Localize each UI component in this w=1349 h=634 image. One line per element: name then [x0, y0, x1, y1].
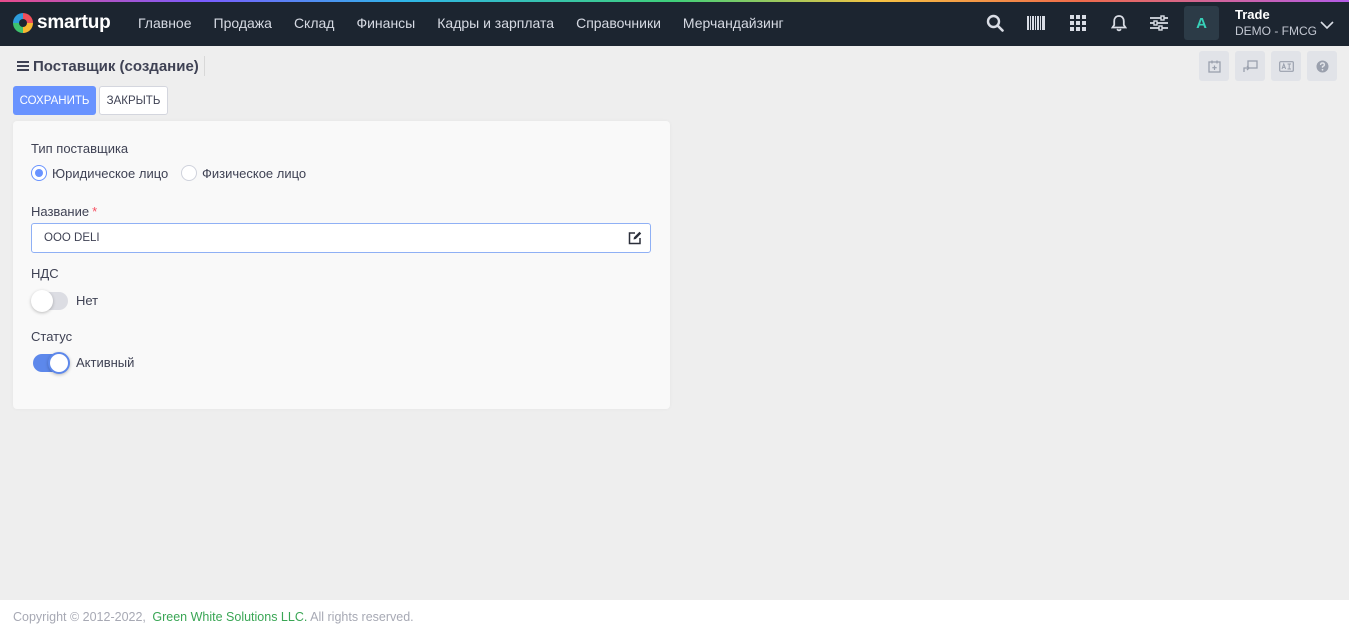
status-toggle[interactable]: [33, 352, 70, 374]
radio-individual[interactable]: Физическое лицо: [181, 165, 306, 181]
menu-item-hr-payroll[interactable]: Кадры и зарплата: [426, 15, 565, 31]
supplier-type-label: Тип поставщика: [31, 141, 129, 156]
logo-text: smartup: [37, 12, 111, 33]
radio-legal-entity-label: Юридическое лицо: [52, 165, 169, 181]
required-mark: *: [92, 204, 98, 219]
close-button[interactable]: ЗАКРЫТЬ: [99, 86, 168, 115]
search-icon[interactable]: [985, 13, 1005, 33]
page-header: Поставщик (создание): [17, 55, 199, 77]
avatar-letter: A: [1196, 14, 1207, 32]
menu-item-warehouse[interactable]: Склад: [283, 15, 346, 31]
help-icon: [1316, 60, 1328, 72]
footer-text: Copyright © 2012-2022, Green White Solut…: [13, 610, 414, 624]
calendar-button[interactable]: [1199, 51, 1229, 81]
avatar[interactable]: A: [1184, 6, 1219, 40]
main-menu: Главное Продажа Склад Финансы Кадры и за…: [127, 0, 795, 46]
menu-item-sales[interactable]: Продажа: [203, 15, 283, 31]
toggle-knob: [31, 290, 53, 312]
smartup-logo-icon: [13, 13, 33, 33]
vat-state-label: Нет: [76, 293, 99, 308]
bell-icon[interactable]: [1109, 13, 1129, 33]
translate-button[interactable]: [1271, 51, 1301, 81]
user-name: Trade: [1235, 7, 1270, 22]
menu-item-merchandising[interactable]: Мерчандайзинг: [672, 15, 795, 31]
radio-checked-icon: [31, 165, 47, 181]
menu-item-finance[interactable]: Финансы: [345, 15, 426, 31]
barcode-icon[interactable]: [1026, 13, 1046, 33]
name-input[interactable]: OOO DELI: [31, 223, 651, 253]
apps-grid-icon[interactable]: [1068, 13, 1088, 33]
status-state-label: Активный: [76, 355, 135, 370]
logo[interactable]: smartup: [13, 12, 111, 34]
chevron-down-icon[interactable]: [1320, 20, 1334, 30]
status-label: Статус: [31, 329, 73, 344]
radio-individual-label: Физическое лицо: [202, 165, 307, 181]
footer: Copyright © 2012-2022, Green White Solut…: [0, 600, 1349, 634]
hamburger-menu-icon[interactable]: [17, 61, 29, 71]
menu-item-references[interactable]: Справочники: [565, 15, 672, 31]
help-button[interactable]: [1307, 51, 1337, 81]
transfer-icon: [1242, 59, 1258, 72]
radio-legal-entity[interactable]: Юридическое лицо: [31, 165, 168, 181]
radio-unchecked-icon: [181, 165, 197, 181]
save-button[interactable]: СОХРАНИТЬ: [13, 86, 96, 115]
settings-sliders-icon[interactable]: [1149, 13, 1169, 33]
transfer-button[interactable]: [1235, 51, 1265, 81]
page-title: Поставщик (создание): [33, 57, 199, 75]
calendar-icon: [1207, 60, 1221, 73]
header-divider: [204, 56, 205, 76]
menu-item-home[interactable]: Главное: [127, 15, 203, 31]
vat-toggle[interactable]: [31, 290, 68, 312]
edit-icon[interactable]: [628, 231, 642, 245]
name-label: Название *: [31, 204, 97, 219]
toggle-knob: [48, 352, 70, 374]
company-link[interactable]: Green White Solutions LLC.: [152, 610, 307, 624]
top-navbar: smartup Главное Продажа Склад Финансы Ка…: [0, 0, 1349, 46]
translate-icon: [1278, 60, 1294, 72]
copyright-text: Copyright © 2012-2022,: [13, 610, 146, 624]
vat-label: НДС: [31, 266, 59, 281]
user-company: DEMO - FMCG: [1235, 24, 1317, 38]
user-menu[interactable]: Trade DEMO - FMCG: [1235, 7, 1317, 39]
name-label-text: Название: [31, 204, 90, 219]
name-input-value: OOO DELI: [44, 232, 100, 244]
rights-text: All rights reserved.: [310, 610, 414, 624]
